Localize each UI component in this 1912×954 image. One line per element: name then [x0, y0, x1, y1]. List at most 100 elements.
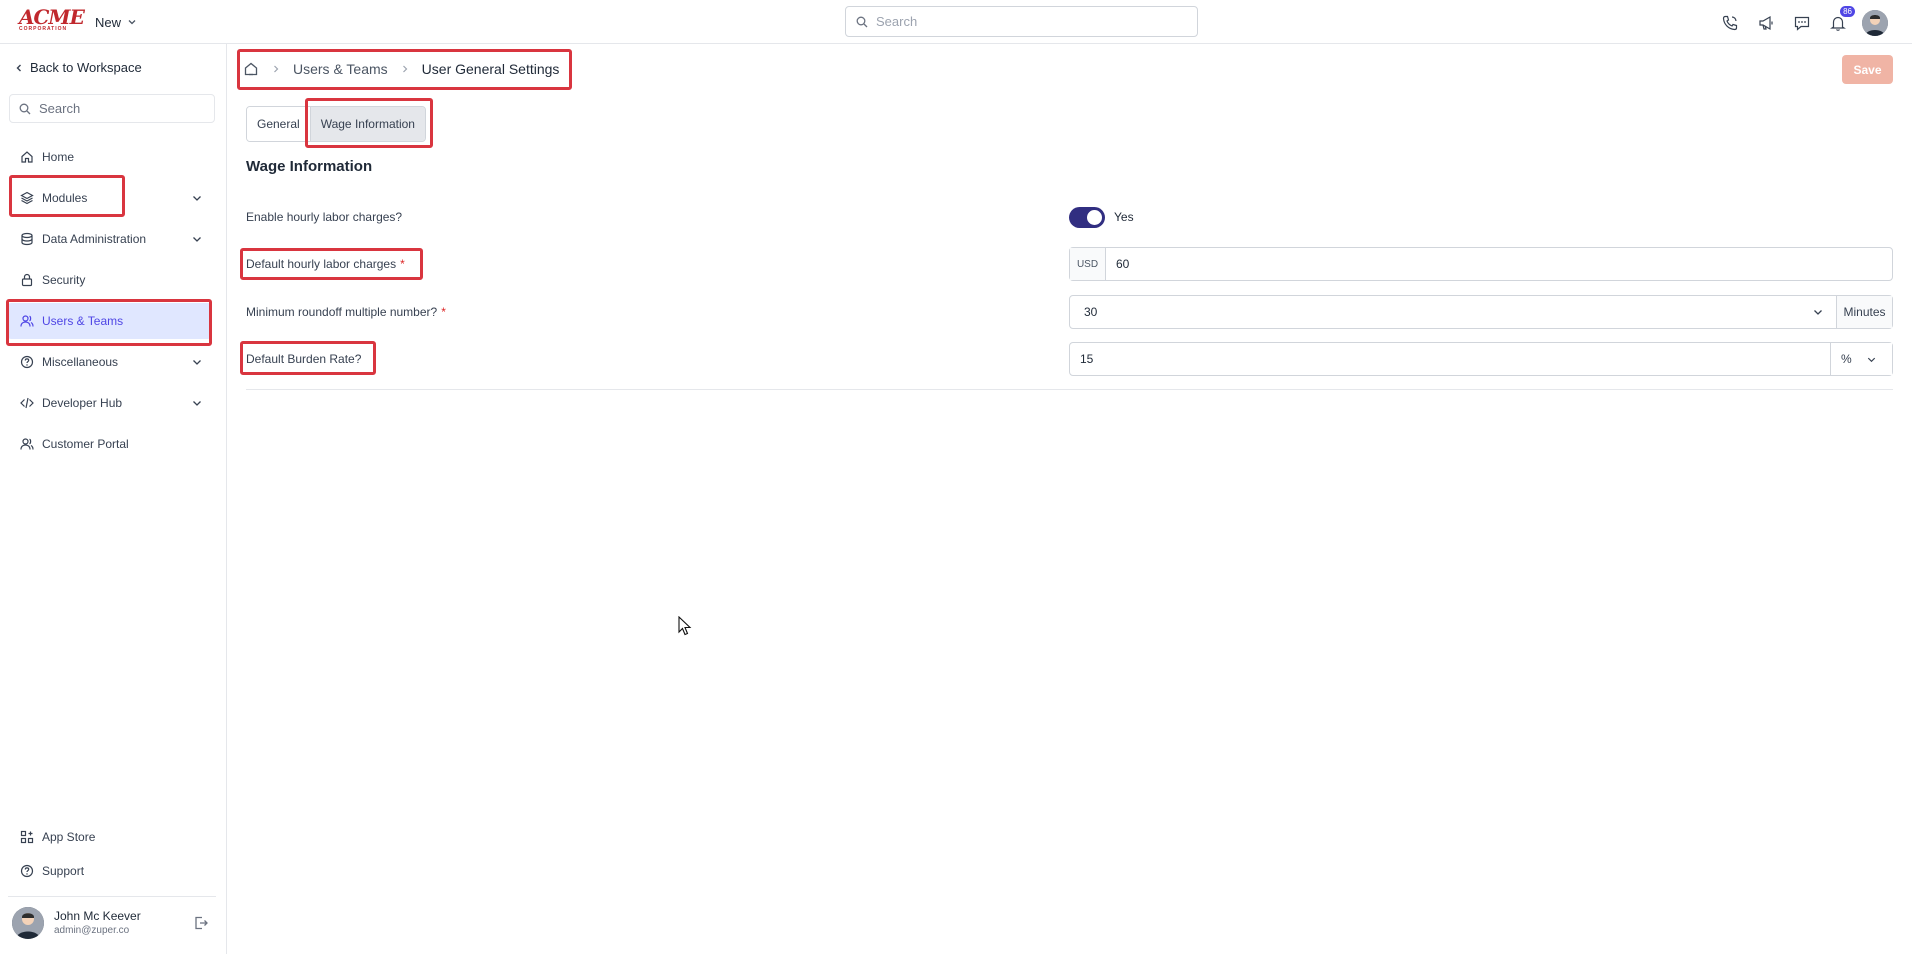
sidebar-item-developer-hub[interactable]: Developer Hub: [8, 385, 211, 421]
sidebar-item-miscellaneous[interactable]: Miscellaneous: [8, 344, 211, 380]
breadcrumb-current: User General Settings: [421, 61, 560, 77]
chevron-right-icon: [274, 65, 279, 73]
hourly-charges-label: Default hourly labor charges *: [246, 257, 405, 271]
sidebar-item-security[interactable]: Security: [8, 262, 211, 298]
search-icon: [856, 16, 868, 27]
sidebar-item-label: Miscellaneous: [42, 355, 119, 369]
chevron-down-icon: [1814, 310, 1822, 315]
required-marker: *: [441, 305, 446, 319]
user-name: John Mc Keever: [54, 909, 141, 923]
hourly-charges-input[interactable]: [1106, 248, 1892, 280]
global-search-input[interactable]: [876, 14, 1176, 29]
sidebar-item-label: Data Administration: [42, 232, 147, 246]
sidebar-item-label: Modules: [42, 191, 88, 205]
users-icon: [20, 315, 34, 327]
chevron-down-icon: [193, 401, 201, 406]
hourly-charges-field: USD: [1069, 247, 1893, 281]
search-icon: [19, 103, 31, 114]
currency-prefix: USD: [1070, 248, 1106, 280]
sidebar-item-support[interactable]: Support: [8, 853, 211, 889]
chevron-down-icon: [193, 196, 201, 201]
layers-icon: [20, 191, 34, 205]
sidebar-item-label: Support: [42, 864, 85, 878]
settings-tabs: General Wage Information: [246, 106, 426, 142]
hourly-enable-toggle[interactable]: [1069, 207, 1105, 228]
field-label: Enable hourly labor charges?: [246, 210, 403, 224]
breadcrumb-users-teams[interactable]: Users & Teams: [293, 61, 388, 77]
field-label: Minimum roundoff multiple number?: [246, 305, 438, 319]
logo-text: ACME: [19, 5, 85, 29]
chevron-down-icon: [128, 20, 136, 25]
sidebar-item-label: Users & Teams: [42, 314, 124, 328]
sidebar-item-app-store[interactable]: App Store: [8, 819, 211, 855]
minutes-suffix: Minutes: [1836, 296, 1892, 328]
company-logo[interactable]: ACME CORPORATION: [19, 5, 85, 33]
top-actions: 86: [1718, 6, 1888, 36]
chat-icon[interactable]: [1790, 11, 1814, 35]
sidebar-item-customer-portal[interactable]: Customer Portal: [8, 426, 211, 462]
roundoff-label: Minimum roundoff multiple number? *: [246, 305, 446, 319]
logout-icon[interactable]: [193, 915, 209, 934]
burden-unit: %: [1841, 352, 1852, 366]
sidebar-item-label: App Store: [42, 830, 96, 844]
sidebar-item-home[interactable]: Home: [8, 139, 211, 175]
help-circle-icon: [20, 355, 34, 369]
sidebar-item-modules[interactable]: Modules: [8, 180, 211, 216]
burden-field: %: [1069, 342, 1893, 376]
toggle-state-text: Yes: [1114, 210, 1134, 224]
roundoff-select[interactable]: 30 Minutes: [1069, 295, 1893, 329]
chevron-left-icon: [16, 64, 21, 71]
users-icon: [20, 438, 34, 450]
user-profile: John Mc Keever admin@zuper.co: [12, 906, 212, 942]
required-marker: *: [400, 257, 405, 271]
code-icon: [20, 397, 34, 409]
burden-label: Default Burden Rate?: [246, 352, 361, 366]
section-title: Wage Information: [246, 158, 373, 175]
notification-badge: 86: [1840, 6, 1855, 17]
database-icon: [21, 232, 33, 246]
chevron-right-icon: [402, 65, 408, 73]
user-avatar[interactable]: [1862, 10, 1888, 36]
global-search[interactable]: [845, 6, 1198, 37]
breadcrumb: Users & Teams User General Settings: [243, 54, 559, 84]
chevron-down-icon: [193, 237, 201, 242]
megaphone-icon[interactable]: [1754, 11, 1778, 35]
burden-input[interactable]: [1070, 343, 1830, 375]
sidebar-search[interactable]: [9, 94, 215, 123]
back-label: Back to Workspace: [30, 60, 142, 75]
burden-unit-select[interactable]: %: [1830, 343, 1892, 375]
section-divider: [246, 389, 1893, 390]
user-email: admin@zuper.co: [54, 925, 130, 936]
sidebar-divider: [8, 896, 216, 897]
chevron-down-icon: [193, 360, 201, 365]
home-icon[interactable]: [243, 61, 259, 77]
hourly-enable-label: Enable hourly labor charges?: [246, 210, 402, 224]
toggle-knob: [1087, 210, 1102, 225]
new-menu-button[interactable]: New: [95, 13, 137, 31]
tab-general[interactable]: General: [247, 107, 310, 141]
sidebar-item-users-teams[interactable]: Users & Teams: [8, 303, 211, 339]
avatar[interactable]: [12, 907, 44, 939]
home-icon: [21, 151, 33, 163]
sidebar-search-input[interactable]: [39, 101, 209, 116]
sidebar-item-label: Customer Portal: [42, 437, 129, 451]
back-to-workspace-link[interactable]: Back to Workspace: [14, 60, 142, 75]
sidebar: Back to Workspace Home Modules Data Admi…: [0, 44, 227, 954]
top-bar: ACME CORPORATION New 86: [0, 0, 1912, 44]
lock-icon: [21, 273, 33, 287]
chevron-down-icon: [1867, 357, 1875, 362]
sidebar-item-label: Security: [42, 273, 86, 287]
sidebar-item-data-administration[interactable]: Data Administration: [8, 221, 211, 257]
bell-icon[interactable]: 86: [1826, 6, 1855, 35]
mouse-cursor-icon: [678, 615, 692, 639]
sidebar-item-label: Home: [42, 150, 75, 164]
help-circle-icon: [20, 864, 34, 878]
field-label: Default hourly labor charges: [246, 257, 397, 271]
roundoff-value: 30: [1084, 305, 1098, 319]
phone-icon[interactable]: [1718, 11, 1742, 35]
new-label: New: [95, 14, 122, 30]
sidebar-item-label: Developer Hub: [42, 396, 123, 410]
save-button[interactable]: Save: [1842, 55, 1893, 84]
field-label: Default Burden Rate?: [246, 352, 362, 366]
tab-wage-information[interactable]: Wage Information: [309, 107, 425, 141]
